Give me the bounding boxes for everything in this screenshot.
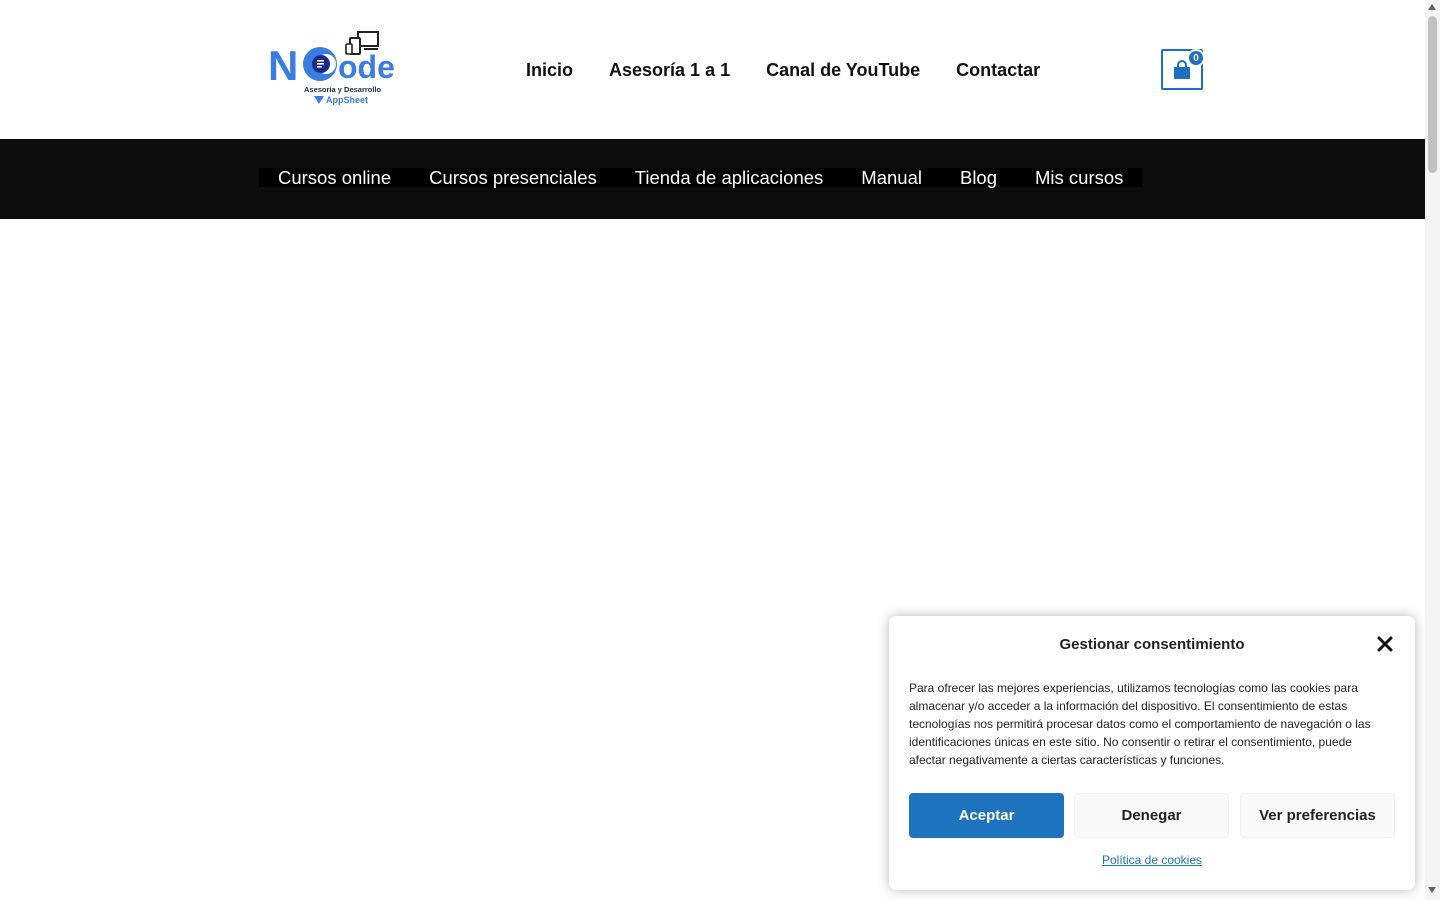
close-icon[interactable]	[1375, 634, 1395, 654]
page: N ode Asesoría y Desarrollo AppSheet Ini…	[0, 0, 1425, 900]
subnav-cursos-presenciales[interactable]: Cursos presenciales	[410, 168, 616, 187]
logo-appsheet-label: AppSheet	[326, 95, 369, 105]
deny-button[interactable]: Denegar	[1074, 793, 1229, 838]
secondary-nav: Cursos online Cursos presenciales Tienda…	[259, 168, 1143, 187]
logo-appsheet: AppSheet	[314, 95, 368, 105]
site-logo[interactable]: N ode Asesoría y Desarrollo AppSheet	[266, 28, 408, 110]
scroll-down-icon[interactable]	[1428, 887, 1436, 893]
nav-contactar[interactable]: Contactar	[956, 58, 1040, 82]
cart-count-badge: 0	[1187, 49, 1205, 67]
accept-button[interactable]: Aceptar	[909, 793, 1064, 838]
subnav-cursos-online[interactable]: Cursos online	[259, 168, 410, 187]
logo-subtitle: Asesoría y Desarrollo	[304, 85, 382, 94]
site-header: N ode Asesoría y Desarrollo AppSheet Ini…	[0, 0, 1425, 139]
page-scrollbar[interactable]	[1425, 0, 1440, 900]
consent-title: Gestionar consentimiento	[1059, 636, 1245, 653]
consent-body: Para ofrecer las mejores experiencias, u…	[909, 681, 1371, 767]
appsheet-icon	[314, 96, 324, 104]
logo-letter-n: N	[268, 42, 298, 89]
subnav-tienda[interactable]: Tienda de aplicaciones	[616, 168, 843, 187]
nav-inicio[interactable]: Inicio	[526, 58, 573, 82]
subnav-mis-cursos[interactable]: Mis cursos	[1016, 168, 1142, 187]
scroll-up-icon[interactable]	[1428, 4, 1436, 10]
main-nav: Inicio Asesoría 1 a 1 Canal de YouTube C…	[526, 58, 1040, 82]
subnav-manual[interactable]: Manual	[842, 168, 941, 187]
nav-asesoria[interactable]: Asesoría 1 a 1	[609, 58, 730, 82]
cookie-consent-dialog: Gestionar consentimiento Para ofrecer la…	[889, 616, 1415, 890]
nav-youtube[interactable]: Canal de YouTube	[766, 58, 920, 82]
subnav-blog[interactable]: Blog	[941, 168, 1016, 187]
cookie-policy-link[interactable]: Política de cookies	[889, 853, 1415, 867]
preferences-button[interactable]: Ver preferencias	[1240, 793, 1395, 838]
scrollbar-thumb[interactable]	[1428, 16, 1437, 173]
